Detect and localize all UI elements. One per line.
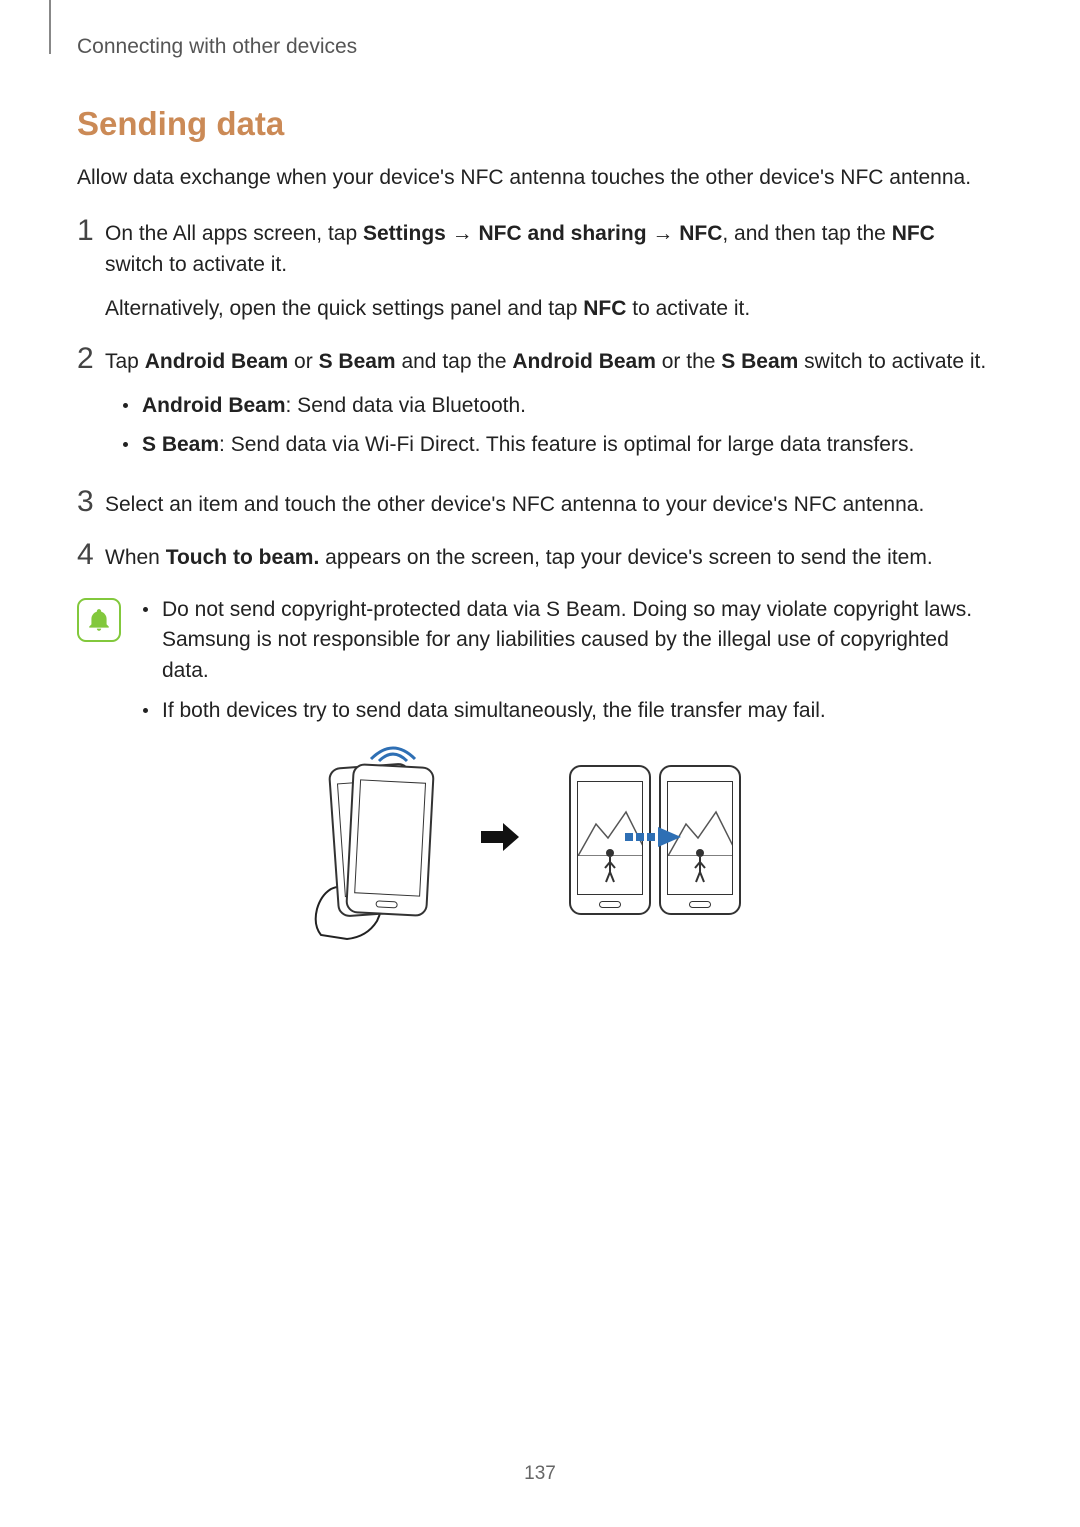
text: Alternatively, open the quick settings p…	[105, 297, 583, 320]
step-number: 2	[77, 344, 105, 374]
transfer-arrow-icon	[625, 825, 685, 855]
text: : Send data via Wi-Fi Direct. This featu…	[219, 433, 914, 456]
touch-phone-illustration	[333, 765, 431, 915]
bold-nfc: NFC	[679, 222, 722, 245]
step-body: Tap Android Beam or S Beam and tap the A…	[105, 347, 996, 468]
note-bell-icon	[77, 598, 121, 642]
bold-settings: Settings	[363, 222, 446, 245]
step-4: 4 When Touch to beam. appears on the scr…	[77, 543, 996, 573]
section-title: Sending data	[77, 105, 996, 143]
bold-s-beam: S Beam	[721, 350, 798, 373]
bold-nfc-sharing: NFC and sharing	[479, 222, 647, 245]
text: When	[105, 546, 166, 569]
note-bullet-simultaneous: If both devices try to send data simulta…	[143, 696, 996, 726]
bullet-dot-icon	[123, 442, 128, 447]
step-1: 1 On the All apps screen, tap Settings →…	[77, 219, 996, 324]
text: If both devices try to send data simulta…	[162, 696, 826, 726]
text: Do not send copyright-protected data via…	[162, 595, 996, 686]
step-body: When Touch to beam. appears on the scree…	[105, 543, 996, 573]
text: switch to activate it.	[105, 253, 287, 276]
note-bullet-copyright: Do not send copyright-protected data via…	[143, 595, 996, 686]
bold-android-beam: Android Beam	[142, 394, 286, 417]
bullet-s-beam: S Beam: Send data via Wi-Fi Direct. This…	[123, 430, 996, 460]
text: appears on the screen, tap your device's…	[319, 546, 932, 569]
bullet-dot-icon	[143, 708, 148, 713]
step-2: 2 Tap Android Beam or S Beam and tap the…	[77, 347, 996, 468]
note-body: Do not send copyright-protected data via…	[143, 595, 996, 737]
nfc-illustration	[77, 765, 996, 915]
bold-android-beam: Android Beam	[512, 350, 656, 373]
text: or	[288, 350, 318, 373]
text: : Send data via Bluetooth.	[286, 394, 527, 417]
text: On the All apps screen, tap	[105, 222, 363, 245]
bold-android-beam: Android Beam	[145, 350, 289, 373]
page-number: 137	[524, 1463, 556, 1485]
bold-s-beam: S Beam	[319, 350, 396, 373]
text: , and then tap the	[722, 222, 891, 245]
step-3: 3 Select an item and touch the other dev…	[77, 490, 996, 520]
text: Tap	[105, 350, 145, 373]
right-arrow-icon	[479, 821, 521, 859]
text: Select an item and touch the other devic…	[105, 490, 996, 520]
bold-nfc-switch: NFC	[892, 222, 935, 245]
bold-touch-to-beam: Touch to beam.	[166, 546, 320, 569]
arrow-icon: →	[446, 222, 479, 245]
page-margin-rule	[49, 0, 51, 54]
step-number: 3	[77, 487, 105, 517]
breadcrumb: Connecting with other devices	[77, 35, 357, 59]
text: to activate it.	[626, 297, 750, 320]
step-body: Select an item and touch the other devic…	[105, 490, 996, 520]
step-body: On the All apps screen, tap Settings → N…	[105, 219, 996, 324]
bullet-dot-icon	[143, 607, 148, 612]
section-intro: Allow data exchange when your device's N…	[77, 163, 996, 193]
step-number: 4	[77, 540, 105, 570]
arrow-icon: →	[647, 222, 680, 245]
bold-s-beam: S Beam	[142, 433, 219, 456]
bold-nfc: NFC	[583, 297, 626, 320]
text: or the	[656, 350, 721, 373]
note-box: Do not send copyright-protected data via…	[77, 595, 996, 737]
text: switch to activate it.	[798, 350, 986, 373]
step-number: 1	[77, 216, 105, 246]
transfer-phones-illustration	[569, 765, 741, 915]
bullet-dot-icon	[123, 403, 128, 408]
page-content: Sending data Allow data exchange when yo…	[77, 105, 996, 915]
text: and tap the	[396, 350, 513, 373]
phone-front-icon	[345, 763, 435, 917]
bullet-android-beam: Android Beam: Send data via Bluetooth.	[123, 391, 996, 421]
